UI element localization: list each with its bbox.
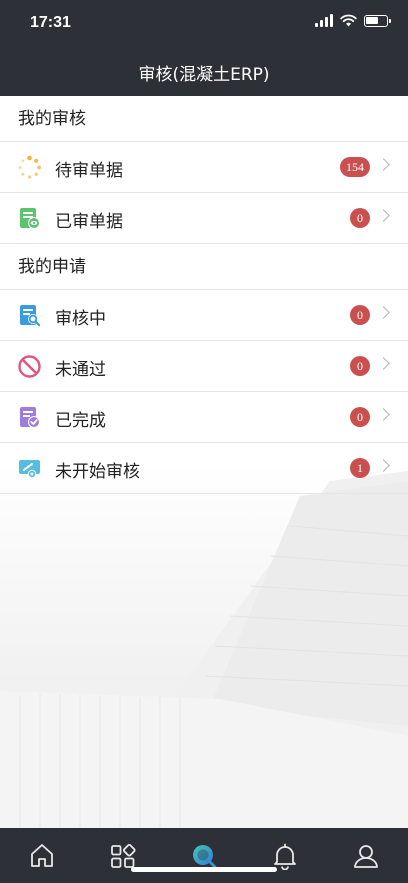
home-icon[interactable] [28, 842, 56, 870]
chevron-right-icon [377, 209, 390, 222]
row-rejected[interactable]: 未通过 0 [0, 341, 408, 392]
document-check-icon [20, 407, 40, 428]
row-label: 未通过 [55, 360, 106, 380]
page-title: 审核(混凝土ERP) [138, 65, 270, 85]
app-header: 17:31 审核(混凝土ERP) [0, 0, 408, 96]
row-label: 未开始审核 [55, 462, 140, 482]
row-label: 已审单据 [55, 212, 123, 232]
document-search-icon [20, 305, 41, 327]
wifi-icon [340, 14, 357, 27]
section-my-application-title: 我的申请 [0, 244, 408, 290]
row-label: 已完成 [55, 411, 106, 431]
chevron-right-icon [377, 357, 390, 370]
count-badge: 0 [350, 208, 370, 228]
count-badge: 0 [350, 356, 370, 376]
loading-spinner-icon [18, 155, 41, 179]
chevron-right-icon [377, 459, 390, 472]
status-time: 17:31 [30, 14, 71, 31]
audit-menu-content: 我的审核 待审单据 154 已审单据 0 我的申请 审核中 0 未通过 0 已完… [0, 96, 408, 828]
row-in-review[interactable]: 审核中 0 [0, 290, 408, 341]
count-badge: 0 [350, 305, 370, 325]
count-badge: 154 [340, 157, 370, 177]
chevron-right-icon [377, 158, 390, 171]
status-icons [315, 14, 391, 27]
home-indicator [131, 867, 277, 872]
apps-grid-icon[interactable] [109, 842, 137, 870]
row-label: 待审单据 [55, 161, 123, 181]
row-reviewed-documents[interactable]: 已审单据 0 [0, 193, 408, 244]
battery-icon [364, 14, 391, 27]
section-my-audit-title: 我的审核 [0, 96, 408, 142]
chevron-right-icon [377, 306, 390, 319]
chevron-right-icon [377, 408, 390, 421]
audit-search-icon[interactable] [190, 842, 218, 870]
reviewed-document-icon [20, 208, 40, 229]
count-badge: 0 [350, 407, 370, 427]
bottom-tab-bar [0, 828, 408, 883]
prohibited-icon [18, 355, 41, 378]
cellular-signal-icon [315, 14, 333, 27]
row-label: 审核中 [55, 309, 106, 329]
row-completed[interactable]: 已完成 0 [0, 392, 408, 443]
bell-icon[interactable] [271, 842, 299, 870]
monitor-edit-icon [19, 460, 40, 479]
user-icon[interactable] [352, 842, 380, 870]
row-not-started[interactable]: 未开始审核 1 [0, 443, 408, 494]
count-badge: 1 [350, 458, 370, 478]
status-bar: 17:31 [0, 0, 408, 48]
row-pending-documents[interactable]: 待审单据 154 [0, 142, 408, 193]
